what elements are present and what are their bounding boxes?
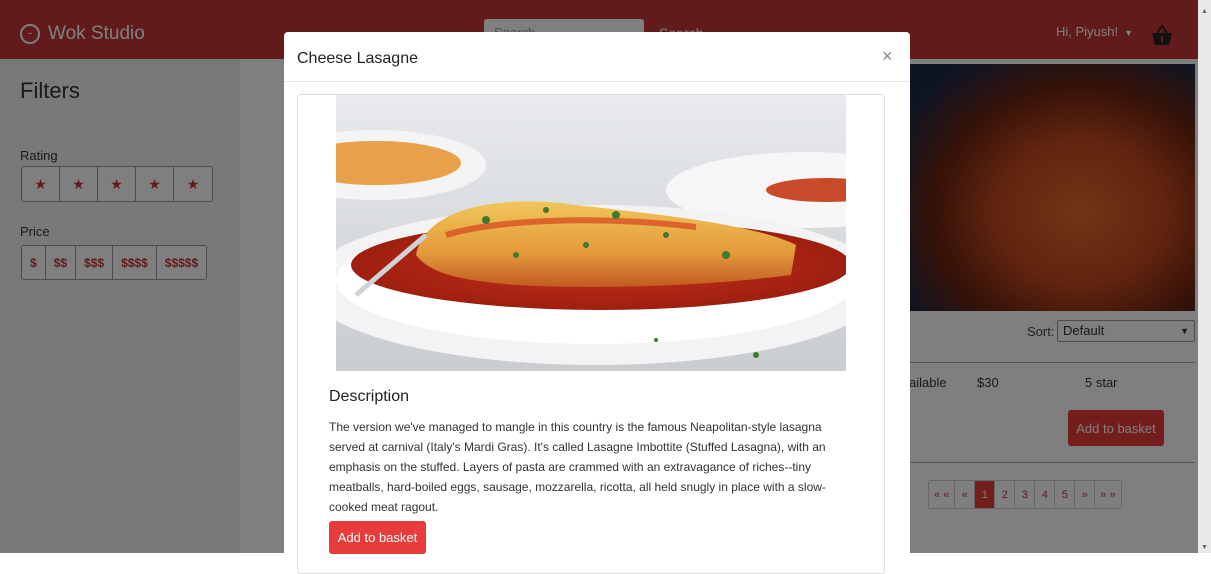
description-title: Description bbox=[329, 388, 410, 405]
close-icon[interactable]: × bbox=[882, 46, 893, 67]
description-text: The version we've managed to mangle in t… bbox=[329, 420, 826, 514]
product-card: Description The version we've managed to… bbox=[297, 94, 885, 574]
modal-title: Cheese Lasagne bbox=[297, 50, 418, 67]
lasagne-image bbox=[336, 95, 846, 371]
add-to-basket-button[interactable]: Add to basket bbox=[329, 521, 426, 554]
scroll-down-icon[interactable]: ▼ bbox=[1198, 544, 1211, 551]
modal-header: Cheese Lasagne × bbox=[284, 32, 910, 82]
scrollbar[interactable]: ▲ ▼ bbox=[1198, 0, 1211, 553]
product-modal: Cheese Lasagne × Description The version… bbox=[284, 32, 910, 574]
scroll-up-icon[interactable]: ▲ bbox=[1198, 8, 1211, 15]
